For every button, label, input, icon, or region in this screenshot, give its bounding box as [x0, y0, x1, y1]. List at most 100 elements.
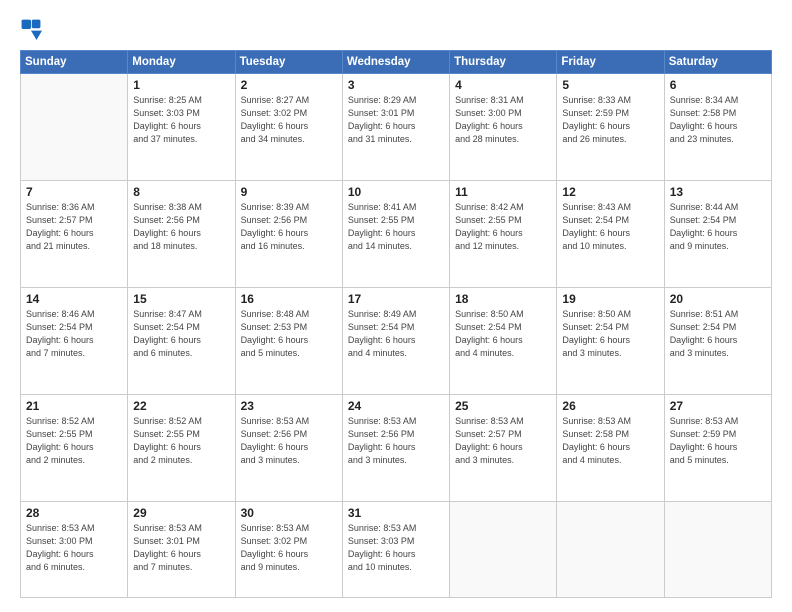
col-header-wednesday: Wednesday [342, 51, 449, 74]
week-row-3: 14Sunrise: 8:46 AM Sunset: 2:54 PM Dayli… [21, 287, 772, 394]
col-header-tuesday: Tuesday [235, 51, 342, 74]
day-number: 9 [241, 185, 337, 199]
day-cell: 15 Sunrise: 8:47 AM Sunset: 2:54 PM Dayli… [128, 287, 235, 394]
day-info: Sunrise: 8:53 AM Sunset: 2:58 PM Dayligh… [562, 415, 658, 467]
col-header-thursday: Thursday [450, 51, 557, 74]
week-row-4: 21 Sunrise: 8:52 AM Sunset: 2:55 PM Dayli… [21, 394, 772, 501]
day-cell: 11 Sunrise: 8:42 AM Sunset: 2:55 PM Dayli… [450, 180, 557, 287]
day-number: 16 [241, 292, 337, 306]
day-info: Sunrise: 8:41 AM Sunset: 2:55 PM Dayligh… [348, 201, 444, 253]
day-number: 28 [26, 506, 122, 520]
day-info: Sunrise: 8:39 AM Sunset: 2:56 PM Dayligh… [241, 201, 337, 253]
day-number: 20 [670, 292, 766, 306]
logo-icon [20, 18, 42, 40]
day-cell: 24 Sunrise: 8:53 AM Sunset: 2:56 PM Dayli… [342, 394, 449, 501]
day-cell [557, 501, 664, 597]
page-header [20, 18, 772, 40]
day-number: 21 [26, 399, 122, 413]
day-info: Sunrise: 8:38 AM Sunset: 2:56 PM Dayligh… [133, 201, 229, 253]
day-info: Sunrise: 8:34 AM Sunset: 2:58 PM Dayligh… [670, 94, 766, 146]
day-cell: 12 Sunrise: 8:43 AM Sunset: 2:54 PM Dayli… [557, 180, 664, 287]
week-row-1: 1Sunrise: 8:25 AM Sunset: 3:03 PM Daylig… [21, 74, 772, 181]
day-number: 12 [562, 185, 658, 199]
day-info: Sunrise: 8:27 AM Sunset: 3:02 PM Dayligh… [241, 94, 337, 146]
day-cell: 5Sunrise: 8:33 AM Sunset: 2:59 PM Daylig… [557, 74, 664, 181]
day-info: Sunrise: 8:53 AM Sunset: 3:03 PM Dayligh… [348, 522, 444, 574]
day-number: 30 [241, 506, 337, 520]
day-number: 2 [241, 78, 337, 92]
day-info: Sunrise: 8:46 AM Sunset: 2:54 PM Dayligh… [26, 308, 122, 360]
day-cell [450, 501, 557, 597]
day-cell [21, 74, 128, 181]
day-cell: 17 Sunrise: 8:49 AM Sunset: 2:54 PM Dayli… [342, 287, 449, 394]
day-info: Sunrise: 8:49 AM Sunset: 2:54 PM Dayligh… [348, 308, 444, 360]
day-cell: 14Sunrise: 8:46 AM Sunset: 2:54 PM Dayli… [21, 287, 128, 394]
day-number: 19 [562, 292, 658, 306]
day-number: 25 [455, 399, 551, 413]
day-cell: 27Sunrise: 8:53 AM Sunset: 2:59 PM Dayli… [664, 394, 771, 501]
week-row-5: 28 Sunrise: 8:53 AM Sunset: 3:00 PM Dayli… [21, 501, 772, 597]
logo [20, 18, 46, 40]
day-info: Sunrise: 8:36 AM Sunset: 2:57 PM Dayligh… [26, 201, 122, 253]
day-number: 29 [133, 506, 229, 520]
day-info: Sunrise: 8:53 AM Sunset: 2:56 PM Dayligh… [348, 415, 444, 467]
day-cell: 28 Sunrise: 8:53 AM Sunset: 3:00 PM Dayli… [21, 501, 128, 597]
col-header-monday: Monday [128, 51, 235, 74]
day-number: 23 [241, 399, 337, 413]
day-cell: 6 Sunrise: 8:34 AM Sunset: 2:58 PM Daylig… [664, 74, 771, 181]
day-number: 13 [670, 185, 766, 199]
day-info: Sunrise: 8:25 AM Sunset: 3:03 PM Dayligh… [133, 94, 229, 146]
day-number: 15 [133, 292, 229, 306]
day-cell: 23 Sunrise: 8:53 AM Sunset: 2:56 PM Dayli… [235, 394, 342, 501]
day-info: Sunrise: 8:48 AM Sunset: 2:53 PM Dayligh… [241, 308, 337, 360]
day-info: Sunrise: 8:50 AM Sunset: 2:54 PM Dayligh… [562, 308, 658, 360]
day-cell: 21 Sunrise: 8:52 AM Sunset: 2:55 PM Dayli… [21, 394, 128, 501]
day-number: 10 [348, 185, 444, 199]
day-info: Sunrise: 8:43 AM Sunset: 2:54 PM Dayligh… [562, 201, 658, 253]
day-number: 31 [348, 506, 444, 520]
day-info: Sunrise: 8:47 AM Sunset: 2:54 PM Dayligh… [133, 308, 229, 360]
day-info: Sunrise: 8:53 AM Sunset: 3:02 PM Dayligh… [241, 522, 337, 574]
day-number: 24 [348, 399, 444, 413]
day-cell: 26 Sunrise: 8:53 AM Sunset: 2:58 PM Dayli… [557, 394, 664, 501]
day-cell: 31 Sunrise: 8:53 AM Sunset: 3:03 PM Dayli… [342, 501, 449, 597]
day-number: 17 [348, 292, 444, 306]
col-header-saturday: Saturday [664, 51, 771, 74]
day-cell: 1Sunrise: 8:25 AM Sunset: 3:03 PM Daylig… [128, 74, 235, 181]
day-info: Sunrise: 8:29 AM Sunset: 3:01 PM Dayligh… [348, 94, 444, 146]
week-row-2: 7 Sunrise: 8:36 AM Sunset: 2:57 PM Daylig… [21, 180, 772, 287]
day-cell: 29 Sunrise: 8:53 AM Sunset: 3:01 PM Dayli… [128, 501, 235, 597]
calendar-table: SundayMondayTuesdayWednesdayThursdayFrid… [20, 50, 772, 598]
day-cell: 16 Sunrise: 8:48 AM Sunset: 2:53 PM Dayli… [235, 287, 342, 394]
day-cell: 19 Sunrise: 8:50 AM Sunset: 2:54 PM Dayli… [557, 287, 664, 394]
day-number: 4 [455, 78, 551, 92]
day-number: 27 [670, 399, 766, 413]
day-number: 6 [670, 78, 766, 92]
day-cell: 4 Sunrise: 8:31 AM Sunset: 3:00 PM Daylig… [450, 74, 557, 181]
day-cell: 18Sunrise: 8:50 AM Sunset: 2:54 PM Dayli… [450, 287, 557, 394]
day-cell [664, 501, 771, 597]
day-info: Sunrise: 8:53 AM Sunset: 3:00 PM Dayligh… [26, 522, 122, 574]
day-info: Sunrise: 8:33 AM Sunset: 2:59 PM Dayligh… [562, 94, 658, 146]
day-info: Sunrise: 8:53 AM Sunset: 3:01 PM Dayligh… [133, 522, 229, 574]
day-info: Sunrise: 8:42 AM Sunset: 2:55 PM Dayligh… [455, 201, 551, 253]
day-number: 26 [562, 399, 658, 413]
day-cell: 10 Sunrise: 8:41 AM Sunset: 2:55 PM Dayli… [342, 180, 449, 287]
day-number: 22 [133, 399, 229, 413]
day-cell: 22Sunrise: 8:52 AM Sunset: 2:55 PM Dayli… [128, 394, 235, 501]
day-number: 7 [26, 185, 122, 199]
day-cell: 30 Sunrise: 8:53 AM Sunset: 3:02 PM Dayli… [235, 501, 342, 597]
day-cell: 2 Sunrise: 8:27 AM Sunset: 3:02 PM Daylig… [235, 74, 342, 181]
day-cell: 3Sunrise: 8:29 AM Sunset: 3:01 PM Daylig… [342, 74, 449, 181]
day-cell: 13Sunrise: 8:44 AM Sunset: 2:54 PM Dayli… [664, 180, 771, 287]
day-info: Sunrise: 8:53 AM Sunset: 2:56 PM Dayligh… [241, 415, 337, 467]
day-cell: 9 Sunrise: 8:39 AM Sunset: 2:56 PM Daylig… [235, 180, 342, 287]
day-info: Sunrise: 8:31 AM Sunset: 3:00 PM Dayligh… [455, 94, 551, 146]
day-cell: 8Sunrise: 8:38 AM Sunset: 2:56 PM Daylig… [128, 180, 235, 287]
day-number: 11 [455, 185, 551, 199]
day-cell: 7 Sunrise: 8:36 AM Sunset: 2:57 PM Daylig… [21, 180, 128, 287]
col-header-sunday: Sunday [21, 51, 128, 74]
header-row: SundayMondayTuesdayWednesdayThursdayFrid… [21, 51, 772, 74]
day-number: 18 [455, 292, 551, 306]
day-info: Sunrise: 8:52 AM Sunset: 2:55 PM Dayligh… [26, 415, 122, 467]
